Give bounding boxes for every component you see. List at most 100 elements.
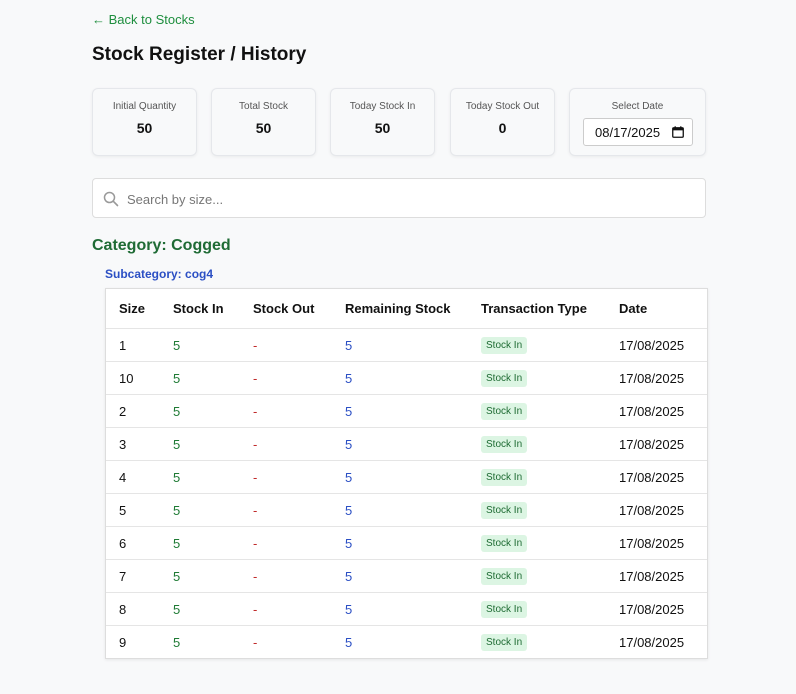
transaction-type-badge: Stock In [481,436,528,453]
summary-cards: Initial Quantity 50 Total Stock 50 Today… [92,88,706,158]
cell-remaining-stock: 5 [332,394,468,428]
cell-size: 4 [106,460,160,494]
cell-size: 1 [106,328,160,362]
select-date-label: Select Date [611,101,664,112]
header-date: Date [606,289,707,329]
category-title: Category: Cogged [92,237,231,254]
table-row: 2 5-5 Stock In 17/08/2025 [106,394,707,428]
cell-stock-in: 5 [160,493,240,527]
cell-stock-out: - [240,394,332,428]
cell-date: 17/08/2025 [619,634,685,650]
cell-size: 6 [106,526,160,560]
today-stock-in-label: Today Stock In [349,101,416,112]
date-input[interactable]: 08/17/2025 [583,118,693,146]
cell-stock-in: 5 [160,559,240,593]
calendar-icon[interactable] [672,126,684,138]
select-date-card: Select Date 08/17/2025 [569,88,706,156]
table-row: 10 5-5 Stock In 17/08/2025 [106,361,707,395]
cell-stock-out: - [253,634,258,650]
transaction-type-badge: Stock In [481,403,528,420]
cell-size: 7 [106,559,160,593]
cell-size: 8 [106,592,160,626]
cell-stock-out: - [240,427,332,461]
cell-date: 17/08/2025 [606,328,707,362]
cell-date: 17/08/2025 [606,427,707,461]
header-stock-out: Stock Out [240,289,332,329]
table-row: 3 5-5 Stock In 17/08/2025 [106,427,707,461]
cell-transaction-type: Stock In [468,592,606,626]
transaction-type-badge: Stock In [481,535,528,552]
table-header-row: Size Stock In Stock Out Remaining Stock … [106,289,707,329]
date-value: 08/17/2025 [595,125,661,140]
cell-remaining-stock: 5 [345,634,353,650]
today-stock-out-label: Today Stock Out [465,101,540,112]
header-remaining-stock: Remaining Stock [332,289,468,329]
initial-quantity-value: 50 [136,120,153,136]
initial-quantity-label: Initial Quantity [112,101,177,112]
cell-stock-in: 5 [160,361,240,395]
cell-stock-in: 5 [173,634,181,650]
transaction-type-badge: Stock In [481,634,528,651]
cell-stock-out: - [240,592,332,626]
cell-size: 10 [106,361,160,395]
cell-stock-out: - [240,460,332,494]
cell-date: 17/08/2025 [606,460,707,494]
back-to-stocks-link[interactable]: ← Back to Stocks [92,12,195,27]
table-row: 8 5-5 Stock In 17/08/2025 [106,592,707,626]
cell-date: 17/08/2025 [606,493,707,527]
cell-transaction-type: Stock In [468,559,606,593]
cell-size: 5 [106,493,160,527]
stock-history-table: Size Stock In Stock Out Remaining Stock … [105,288,708,659]
cell-stock-in: 5 [160,526,240,560]
total-stock-label: Total Stock [239,101,288,112]
table-row: 4 5-5 Stock In 17/08/2025 [106,460,707,494]
cell-transaction-type: Stock In [468,328,606,362]
cell-transaction-type: Stock In [468,460,606,494]
cell-remaining-stock: 5 [332,427,468,461]
cell-stock-in: 5 [160,427,240,461]
cell-transaction-type: Stock In [468,427,606,461]
cell-date: 17/08/2025 [606,361,707,395]
cell-stock-out: - [240,328,332,362]
transaction-type-badge: Stock In [481,337,528,354]
cell-transaction-type: Stock In [468,361,606,395]
subcategory-title: Subcategory: cog4 [105,267,214,281]
transaction-type-badge: Stock In [481,568,528,585]
cell-date: 17/08/2025 [606,592,707,626]
cell-stock-out: - [240,493,332,527]
table-row: 5 5-5 Stock In 17/08/2025 [106,493,707,527]
cell-size: 3 [106,427,160,461]
table-row: 6 5-5 Stock In 17/08/2025 [106,526,707,560]
table-row: 9 5 - 5 Stock In 17/08/2025 [106,626,707,659]
cell-date: 17/08/2025 [606,526,707,560]
transaction-type-badge: Stock In [481,502,528,519]
cell-remaining-stock: 5 [332,460,468,494]
today-stock-in-card: Today Stock In 50 [330,88,435,156]
initial-quantity-card: Initial Quantity 50 [92,88,197,156]
today-stock-out-card: Today Stock Out 0 [450,88,555,156]
page-title: Stock Register / History [92,44,307,65]
cell-remaining-stock: 5 [332,559,468,593]
cell-transaction-type: Stock In [468,394,606,428]
search-box[interactable] [92,178,706,218]
cell-stock-out: - [240,361,332,395]
cell-remaining-stock: 5 [332,526,468,560]
today-stock-out-value: 0 [498,120,507,136]
cell-size: 2 [106,394,160,428]
total-stock-value: 50 [255,120,272,136]
header-transaction-type: Transaction Type [468,289,606,329]
cell-stock-in: 5 [160,328,240,362]
table-row: 7 5-5 Stock In 17/08/2025 [106,559,707,593]
cell-stock-in: 5 [160,460,240,494]
cell-remaining-stock: 5 [332,493,468,527]
cell-date: 17/08/2025 [606,559,707,593]
search-icon [103,191,119,207]
cell-transaction-type: Stock In [468,526,606,560]
cell-stock-out: - [240,559,332,593]
today-stock-in-value: 50 [374,120,391,136]
transaction-type-badge: Stock In [481,370,528,387]
transaction-type-badge: Stock In [481,601,528,618]
total-stock-card: Total Stock 50 [211,88,316,156]
cell-remaining-stock: 5 [332,592,468,626]
search-input[interactable] [125,180,699,218]
